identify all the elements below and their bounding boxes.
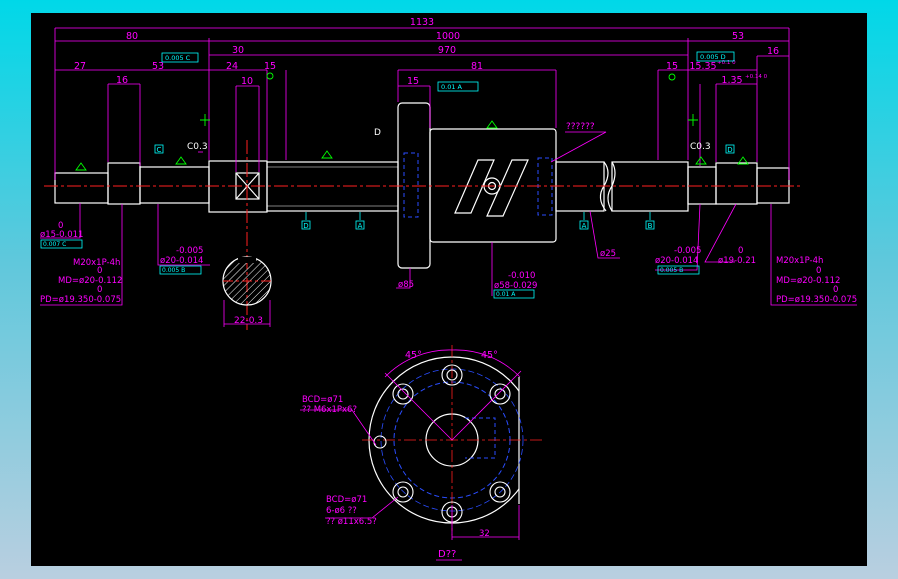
dim-left-b: 53 bbox=[152, 61, 164, 72]
bcd-note: BCD=ø71 bbox=[302, 395, 343, 405]
right-pd: PD=ø19.350-0.075 bbox=[776, 295, 857, 305]
callouts-left: 0 ø15-0.011 M20x1P-4h 0 MD=ø20-0.112 0 P… bbox=[40, 221, 857, 305]
left-pd-val: 0 bbox=[97, 285, 102, 295]
shaft-dia: ø25 bbox=[600, 249, 616, 259]
left-bearing-journal bbox=[139, 166, 210, 204]
dim-right-b: 15.35 bbox=[689, 61, 716, 72]
tol-frame-left: 0.005 C bbox=[165, 54, 191, 62]
angle-left: 45° bbox=[405, 350, 422, 361]
datum-a-right: A bbox=[582, 222, 587, 230]
dim-left-a: 27 bbox=[74, 61, 86, 72]
datum-d-nut: D bbox=[374, 128, 381, 138]
chamfer-left: C0.3 bbox=[187, 142, 208, 152]
right-md-val: 0 bbox=[816, 266, 821, 276]
left-dia: ø15-0.011 bbox=[40, 230, 83, 240]
view-title: D?? bbox=[438, 549, 456, 560]
datum-boxes bbox=[154, 144, 735, 230]
nut-dia-top: -0.010 bbox=[508, 271, 535, 281]
journal-dia-top: -0.005 bbox=[176, 246, 203, 256]
dim-left-c: 16 bbox=[116, 75, 128, 86]
left-dia-frame: 0.007 C bbox=[43, 241, 66, 248]
dim-mid-b: 10 bbox=[241, 76, 253, 87]
dim-thread-length: 970 bbox=[438, 45, 456, 56]
dim-main-length: 1000 bbox=[436, 31, 460, 42]
dim-right-c-tol: +0.14 0 bbox=[745, 74, 768, 80]
unknown-note: ?????? bbox=[566, 122, 595, 132]
nut-flange-dia: ø85 bbox=[398, 280, 414, 290]
dim-journal: 30 bbox=[232, 45, 244, 56]
tol-frame-right: 0.005 D bbox=[700, 53, 726, 61]
tol-frame-nut: 0.01 A bbox=[441, 83, 463, 91]
left-pd: PD=ø19.350-0.075 bbox=[40, 295, 121, 305]
drawing-window: 22-0.3 1133 80 1000 53 30 970 27 53 16 2… bbox=[0, 0, 898, 579]
nut-dia: ø58-0.029 bbox=[494, 281, 537, 291]
dim-right-c: 1.35 bbox=[721, 75, 742, 86]
bcd-note-2: BCD=ø71 bbox=[326, 495, 367, 505]
right-pd-val: 0 bbox=[833, 285, 838, 295]
dim-right-a: 15 bbox=[666, 61, 678, 72]
right-neck: ø19-0.21 bbox=[718, 256, 756, 266]
datum-d: D bbox=[727, 146, 732, 154]
dimension-lines bbox=[54, 27, 790, 180]
dim-nut-a: 15 bbox=[407, 76, 419, 87]
callout-leaders bbox=[40, 203, 857, 306]
dim-right-end: 53 bbox=[732, 31, 744, 42]
right-md: MD=ø20-0.112 bbox=[776, 276, 840, 286]
dim-left-end: 80 bbox=[126, 31, 138, 42]
right-thread: M20x1P-4h bbox=[776, 256, 823, 266]
dim-right-d: 16 bbox=[767, 46, 779, 57]
dim-nut-b: 81 bbox=[471, 61, 483, 72]
journal-frame: 0.005 B bbox=[162, 267, 185, 274]
chamfer-right: C0.3 bbox=[690, 142, 711, 152]
thread-hole-note: ?? M6x1Px6? bbox=[302, 405, 357, 415]
return-tube-2 bbox=[486, 159, 529, 217]
dimension-texts: 1133 80 1000 53 30 970 27 53 16 24 10 15… bbox=[74, 17, 779, 87]
left-md: MD=ø20-0.112 bbox=[58, 276, 122, 286]
dim-mid-a: 24 bbox=[226, 61, 238, 72]
section-key-label: 22-0.3 bbox=[234, 316, 263, 326]
right-thread-section bbox=[715, 162, 758, 205]
angle-right: 45° bbox=[481, 350, 498, 361]
right-journal-top: -0.005 bbox=[674, 246, 701, 256]
datum-b: B bbox=[648, 222, 653, 230]
cbore-note: ?? ø11x6.5? bbox=[326, 517, 377, 527]
surface-marks bbox=[75, 72, 749, 171]
dim-overall: 1133 bbox=[410, 17, 434, 28]
key-section: 22-0.3 bbox=[222, 256, 272, 327]
datum-d-lower: D bbox=[303, 222, 308, 230]
nut-frame: 0.01 A bbox=[496, 291, 516, 298]
left-thread-section bbox=[107, 162, 141, 205]
left-md-val: 0 bbox=[97, 266, 102, 276]
right-neck-val: 0 bbox=[738, 246, 743, 256]
nut-hidden-lines bbox=[403, 152, 553, 218]
dim-mid-c: 15 bbox=[264, 61, 276, 72]
flat-width: 32 bbox=[479, 529, 490, 539]
right-journal: ø20-0.014 bbox=[655, 256, 698, 266]
right-journal-frame: 0.005 B bbox=[660, 267, 683, 274]
end-view: 45° 45° BCD=ø71 ?? M6x1Px6? BCD=ø71 6-ø6… bbox=[300, 345, 545, 561]
left-end-journal bbox=[54, 172, 109, 204]
cad-drawing: 22-0.3 1133 80 1000 53 30 970 27 53 16 2… bbox=[40, 17, 857, 561]
datum-c: C bbox=[157, 146, 162, 154]
holes-note: 6-ø6 ?? bbox=[326, 506, 357, 516]
journal-dia: ø20-0.014 bbox=[160, 256, 203, 266]
datum-a-left: A bbox=[358, 222, 363, 230]
